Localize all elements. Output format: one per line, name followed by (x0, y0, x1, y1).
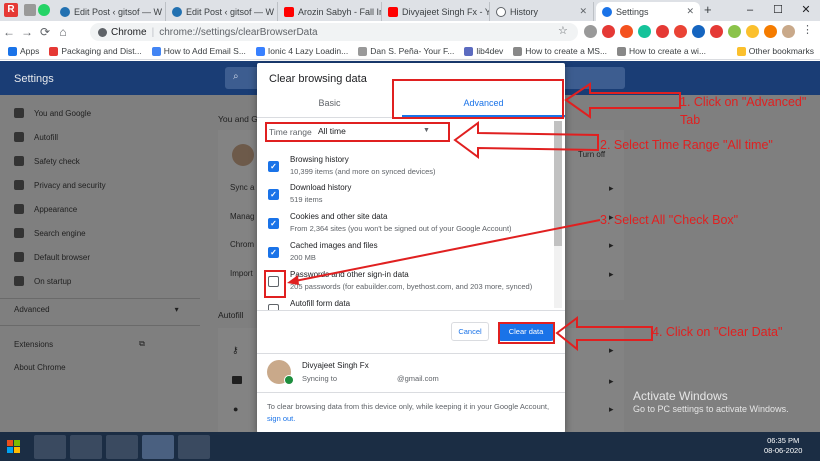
system-tray-icons[interactable] (700, 440, 750, 452)
taskbar-media-icon[interactable] (106, 435, 138, 459)
taskbar-clock[interactable]: 06:35 PM 08-06-2020 (764, 436, 802, 456)
annotation-step1: 1. Click on "Advanced" Tab (680, 95, 807, 127)
screen: R Edit Post ‹ gitsof — W ✕ Edit Post ‹ g… (0, 0, 820, 461)
arrow-step3 (289, 219, 601, 283)
annotation-step3: 3. Select All "Check Box" (600, 213, 739, 227)
annotation-step2: 2. Select Time Range "All time" (600, 138, 773, 152)
arrow-step4 (555, 316, 653, 352)
taskbar-chrome-icon[interactable] (142, 435, 174, 459)
taskbar-paint-icon[interactable] (178, 435, 210, 459)
taskbar-folder-icon[interactable] (70, 435, 102, 459)
clock-time: 06:35 PM (767, 436, 800, 445)
annotation-step4: 4. Click on "Clear Data" (652, 325, 783, 339)
activate-windows-subtitle: Go to PC settings to activate Windows. (633, 404, 789, 414)
windows-logo-icon (7, 439, 20, 453)
start-button[interactable] (0, 432, 28, 461)
arrow-step3-head (287, 275, 299, 285)
taskbar-explorer-icon[interactable] (34, 435, 66, 459)
arrow-step2 (453, 121, 599, 159)
activate-windows-title: Activate Windows (633, 389, 728, 403)
clock-date: 08-06-2020 (764, 446, 803, 455)
arrow-step1 (564, 82, 681, 119)
